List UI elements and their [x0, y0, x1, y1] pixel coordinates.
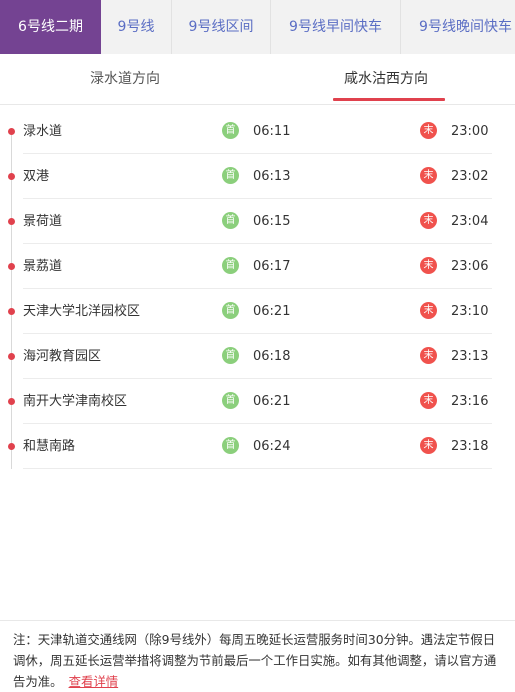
last-train-time: 23:10 — [451, 304, 489, 319]
last-train-time: 23:02 — [451, 169, 489, 184]
first-train-time: 06:17 — [253, 259, 291, 274]
tab-line-9-evening-express[interactable]: 9号线晚间快车 — [401, 0, 515, 54]
tab-line-6-phase2[interactable]: 6号线二期 — [0, 0, 101, 54]
last-train-badge: 末 — [420, 212, 437, 229]
first-train-time: 06:11 — [253, 124, 291, 139]
last-train-badge: 末 — [420, 392, 437, 409]
station-row: 天津大学北洋园校区 首 06:21 末 23:10 — [0, 289, 492, 334]
station-dot — [8, 308, 15, 315]
last-train-badge: 末 — [420, 257, 437, 274]
last-train-badge: 末 — [420, 122, 437, 139]
last-train-time: 23:04 — [451, 214, 489, 229]
line-tabs: 6号线二期 9号线 9号线区间 9号线早间快车 9号线晚间快车 — [0, 0, 515, 54]
last-train-time: 23:00 — [451, 124, 489, 139]
row-divider — [23, 468, 492, 469]
last-train-time: 23:06 — [451, 259, 489, 274]
station-name: 景荷道 — [23, 214, 63, 229]
station-name: 渌水道 — [23, 124, 63, 139]
first-train-time: 06:18 — [253, 349, 291, 364]
station-row: 和慧南路 首 06:24 末 23:18 — [0, 424, 492, 469]
first-train-time: 06:13 — [253, 169, 291, 184]
station-row: 南开大学津南校区 首 06:21 末 23:16 — [0, 379, 492, 424]
station-dot — [8, 398, 15, 405]
station-row: 海河教育园区 首 06:18 末 23:13 — [0, 334, 492, 379]
station-name: 双港 — [23, 169, 50, 184]
station-name: 和慧南路 — [23, 439, 76, 454]
station-row: 双港 首 06:13 末 23:02 — [0, 154, 492, 199]
first-train-badge: 首 — [222, 437, 239, 454]
tab-direction-lushuidao[interactable]: 渌水道方向 — [90, 54, 160, 104]
last-train-time: 23:16 — [451, 394, 489, 409]
first-train-badge: 首 — [222, 347, 239, 364]
last-train-badge: 末 — [420, 437, 437, 454]
station-name: 南开大学津南校区 — [23, 394, 128, 409]
first-train-badge: 首 — [222, 212, 239, 229]
station-dot — [8, 353, 15, 360]
last-train-badge: 末 — [420, 167, 437, 184]
first-train-badge: 首 — [222, 167, 239, 184]
first-train-badge: 首 — [222, 257, 239, 274]
station-row: 景荷道 首 06:15 末 23:04 — [0, 199, 492, 244]
station-dot — [8, 263, 15, 270]
station-list: 渌水道首 06:11 末 23:00 双港首 06:13 末 23:02 景荷道首 06:15 末 2… — [0, 105, 515, 505]
tab-line-9[interactable]: 9号线 — [101, 0, 172, 54]
last-train-time: 23:13 — [451, 349, 489, 364]
station-row: 渌水道 首 06:11 末 23:00 — [0, 109, 492, 154]
station-name: 海河教育园区 — [23, 349, 102, 364]
page: 6号线二期 9号线 9号线区间 9号线早间快车 9号线晚间快车 渌水道方向 咸水… — [0, 0, 515, 692]
station-name: 天津大学北洋园校区 — [23, 304, 141, 319]
first-train-time: 06:15 — [253, 214, 291, 229]
tab-line-9-morning-express[interactable]: 9号线早间快车 — [271, 0, 401, 54]
last-train-badge: 末 — [420, 347, 437, 364]
active-direction-indicator — [333, 98, 445, 101]
last-train-time: 23:18 — [451, 439, 489, 454]
first-train-time: 06:21 — [253, 304, 291, 319]
first-train-badge: 首 — [222, 392, 239, 409]
tab-line-9-section[interactable]: 9号线区间 — [172, 0, 271, 54]
first-train-time: 06:24 — [253, 439, 291, 454]
station-dot — [8, 173, 15, 180]
station-dot — [8, 443, 15, 450]
last-train-badge: 末 — [420, 302, 437, 319]
first-train-badge: 首 — [222, 302, 239, 319]
tab-direction-xianshuigu-west[interactable]: 咸水沽西方向 — [344, 54, 428, 104]
service-note: 注：天津轨道交通线网（除9号线外）每周五晚延长运营服务时间30分钟。遇法定节假日… — [0, 620, 515, 692]
station-name: 景荔道 — [23, 259, 63, 274]
station-dot — [8, 128, 15, 135]
view-details-link[interactable]: 查看详情 — [69, 674, 119, 689]
first-train-time: 06:21 — [253, 394, 291, 409]
first-train-badge: 首 — [222, 122, 239, 139]
station-row: 景荔道 首 06:17 末 23:06 — [0, 244, 492, 289]
station-dot — [8, 218, 15, 225]
